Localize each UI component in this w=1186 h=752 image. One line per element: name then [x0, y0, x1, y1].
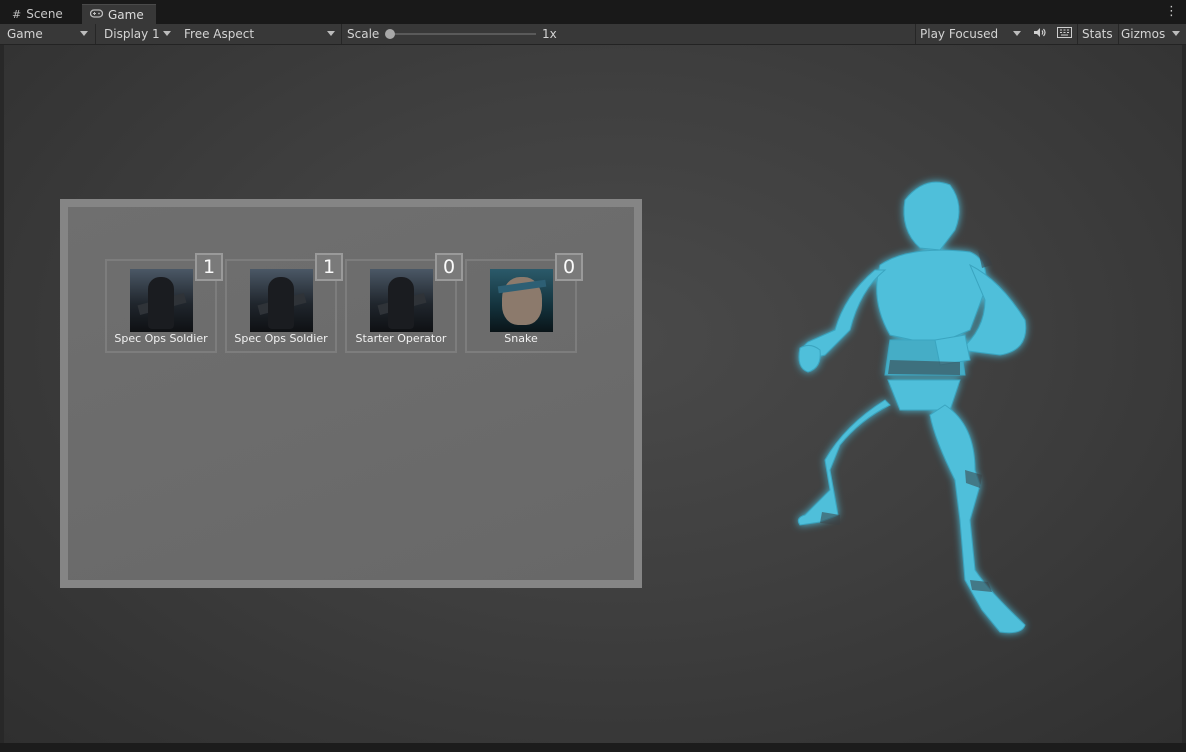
keyboard-icon	[1057, 27, 1072, 41]
scale-slider-track[interactable]	[390, 33, 536, 35]
scale-value: 1x	[535, 24, 565, 44]
slot-name: Starter Operator	[355, 332, 447, 345]
stats-label: Stats	[1082, 27, 1113, 41]
inventory-slot[interactable]: Spec Ops Soldier 1	[105, 253, 223, 353]
inventory-panel-inner: Spec Ops Soldier 1 Spec Ops Soldier 1 St…	[68, 207, 634, 580]
game-toolbar: Game Display 1 Free Aspect Scale 1x Play…	[0, 24, 1186, 45]
character-portrait	[490, 269, 553, 332]
view-mode-value: Game	[7, 27, 43, 41]
stats-button[interactable]: Stats	[1076, 24, 1118, 44]
chevron-down-icon	[327, 31, 335, 36]
display-value: Display 1	[104, 27, 160, 41]
gizmos-label: Gizmos	[1121, 27, 1166, 41]
tab-scene-label: Scene	[26, 7, 63, 21]
slot-count-badge: 1	[315, 253, 343, 281]
aspect-value: Free Aspect	[184, 27, 255, 41]
tab-game-label: Game	[108, 7, 144, 22]
game-window: # Scene Game ⋮ Game Display 1 Free Aspec…	[0, 0, 1186, 752]
chevron-down-icon	[1172, 31, 1180, 36]
tab-bar: # Scene Game ⋮	[0, 0, 1186, 24]
play-mode-value: Play Focused	[920, 27, 999, 41]
scale-slider-thumb[interactable]	[385, 29, 395, 39]
aspect-dropdown[interactable]: Free Aspect	[177, 24, 341, 44]
character-mannequin	[797, 181, 1027, 634]
character-portrait	[370, 269, 433, 332]
inventory-slot[interactable]: Starter Operator 0	[345, 253, 463, 353]
chevron-down-icon	[163, 31, 171, 36]
character-portrait	[250, 269, 313, 332]
inventory-slot[interactable]: Snake 0	[465, 253, 583, 353]
gamepad-icon	[89, 8, 104, 21]
slot-count-badge: 0	[555, 253, 583, 281]
bottom-strip	[0, 743, 1186, 752]
inventory-slot[interactable]: Spec Ops Soldier 1	[225, 253, 343, 353]
chevron-down-icon	[80, 31, 88, 36]
toolbar-divider	[95, 24, 96, 44]
slot-count-badge: 0	[435, 253, 463, 281]
shortcuts-button[interactable]	[1053, 24, 1077, 44]
display-dropdown[interactable]: Display 1	[97, 24, 177, 44]
inventory-panel: Spec Ops Soldier 1 Spec Ops Soldier 1 St…	[60, 199, 642, 588]
gizmos-dropdown[interactable]: Gizmos	[1117, 24, 1186, 44]
more-options-icon[interactable]: ⋮	[1165, 4, 1178, 19]
tab-game[interactable]: Game	[82, 4, 156, 24]
slot-name: Spec Ops Soldier	[114, 332, 208, 345]
character-portrait	[130, 269, 193, 332]
speaker-icon	[1033, 27, 1046, 41]
grid-icon: #	[12, 7, 22, 21]
mute-audio-button[interactable]	[1029, 24, 1051, 44]
scale-label-text: Scale	[347, 27, 380, 41]
slot-name: Spec Ops Soldier	[234, 332, 328, 345]
tab-scene[interactable]: # Scene	[4, 4, 82, 24]
chevron-down-icon	[1013, 31, 1021, 36]
view-mode-dropdown[interactable]: Game	[0, 24, 94, 44]
scale-value-text: 1x	[542, 27, 557, 41]
slot-count-badge: 1	[195, 253, 223, 281]
play-mode-dropdown[interactable]: Play Focused	[913, 24, 1027, 44]
slot-name: Snake	[504, 332, 538, 345]
scale-label: Scale	[340, 24, 390, 44]
